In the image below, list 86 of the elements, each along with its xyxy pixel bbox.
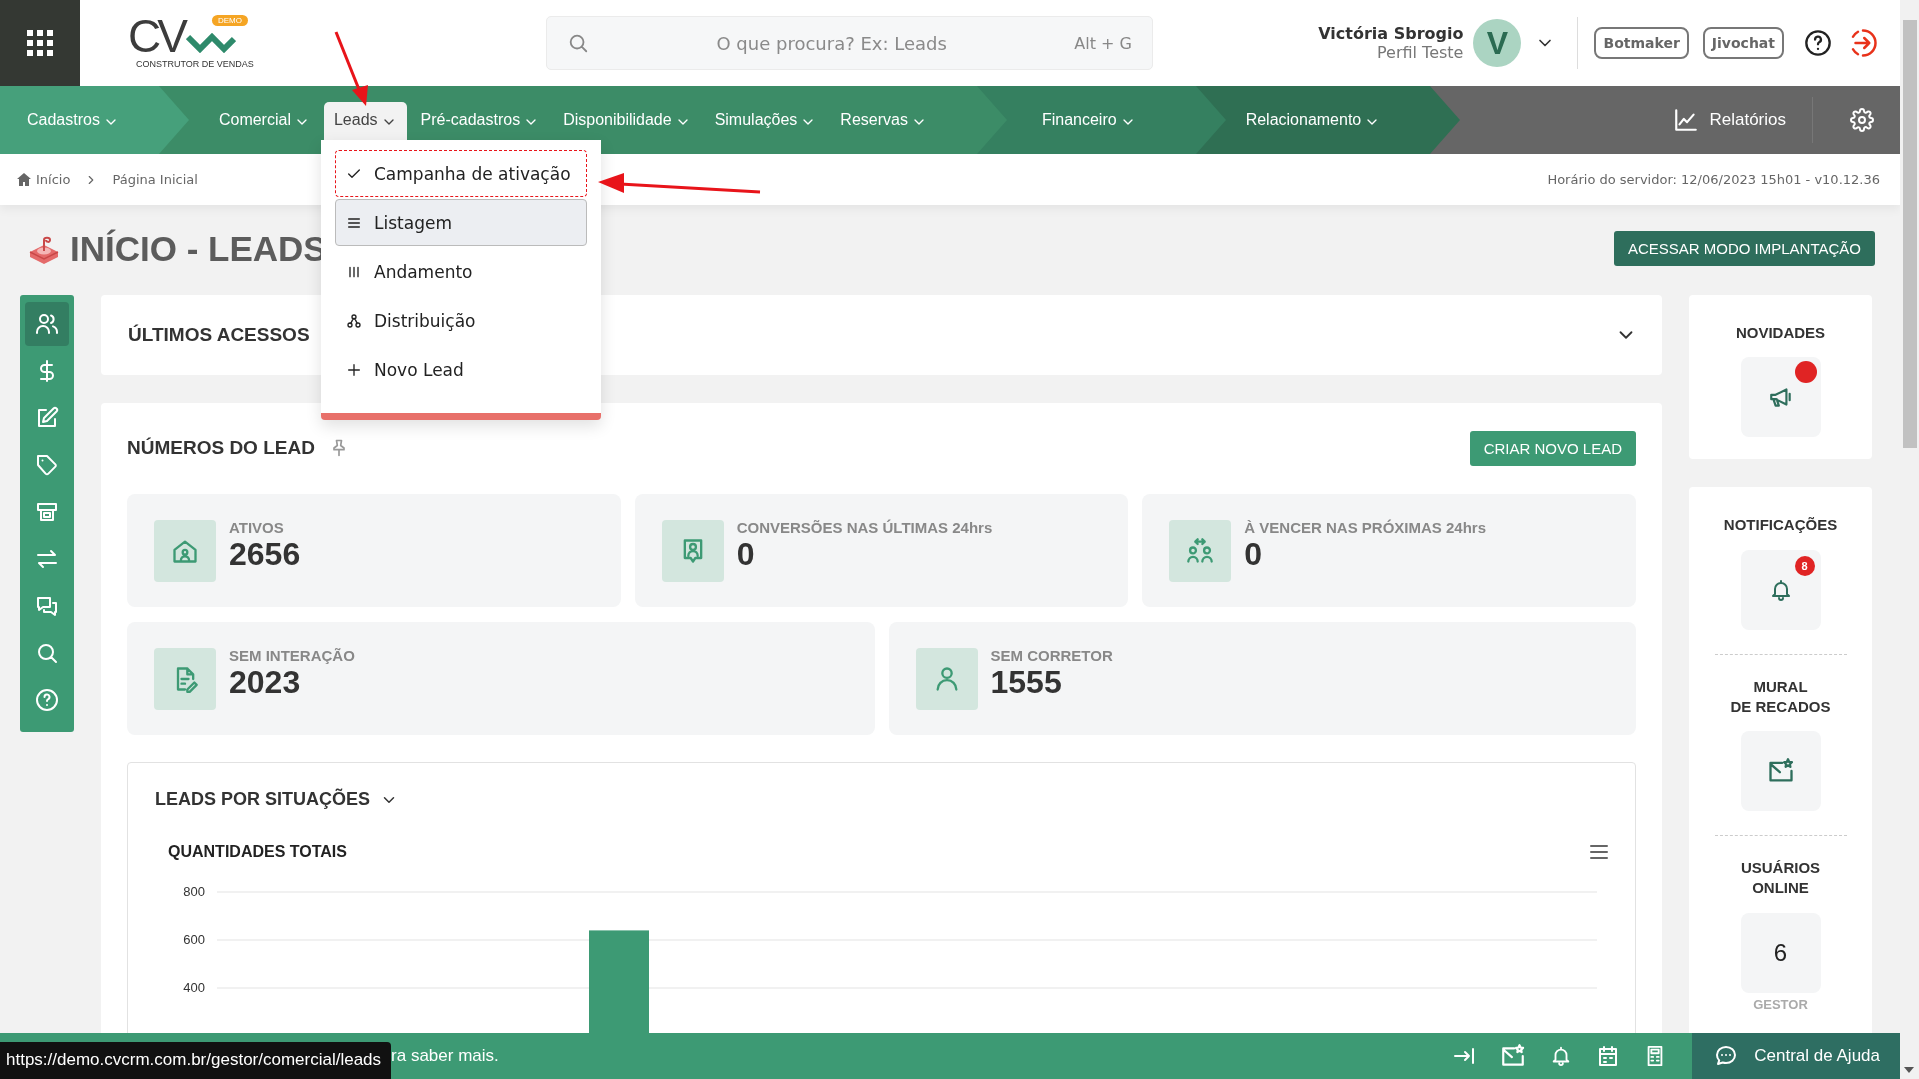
implantation-mode-button[interactable]: ACESSAR MODO IMPLANTAÇÃO bbox=[1613, 231, 1875, 266]
user-profile: Perfil Teste bbox=[1377, 43, 1464, 62]
online-users-count[interactable]: 6 bbox=[1740, 912, 1821, 993]
stat-label: À VENCER NAS PRÓXIMAS 24hrs bbox=[1244, 518, 1487, 536]
status-url: https://demo.cvcrm.com.br/gestor/comercial/leads bbox=[0, 1042, 392, 1079]
stat-card[interactable]: ATIVOS 2656 bbox=[127, 494, 621, 607]
user-avatar[interactable]: V bbox=[1473, 19, 1522, 67]
breadcrumb-home-link[interactable]: Início bbox=[17, 172, 71, 187]
notifications-button[interactable]: 8 bbox=[1740, 549, 1821, 630]
logo-tagline: CONSTRUTOR DE VENDAS bbox=[136, 59, 254, 69]
demo-badge: DEMO bbox=[212, 15, 248, 26]
dropdown-menu-item[interactable]: Distribuição bbox=[335, 297, 587, 344]
chart-title: QUANTIDADES TOTAIS bbox=[168, 843, 347, 861]
breadcrumb-current: Página Inicial bbox=[112, 172, 198, 187]
dropdown-menu-item[interactable]: Andamento bbox=[335, 248, 587, 295]
people-icon bbox=[1186, 536, 1215, 565]
users-icon bbox=[35, 312, 59, 336]
nav-menu-item[interactable]: Financeiro bbox=[1031, 102, 1146, 154]
panel-title: USUÁRIOS ONLINE bbox=[1740, 858, 1821, 899]
stat-card[interactable]: À VENCER NAS PRÓXIMAS 24hrs 0 bbox=[1142, 494, 1636, 607]
user-name: Victória Sbrogio bbox=[1318, 24, 1464, 43]
stat-value: 2656 bbox=[229, 535, 301, 573]
apps-menu-button[interactable] bbox=[0, 0, 80, 86]
dropdown-menu-item[interactable]: Novo Lead bbox=[335, 346, 587, 393]
search-input[interactable]: O que procura? Ex: Leads bbox=[589, 31, 1075, 55]
page-title: INÍCIO - LEADS bbox=[70, 228, 327, 269]
stat-value: 0 bbox=[1244, 535, 1264, 573]
tag-icon bbox=[35, 453, 59, 477]
help-icon[interactable] bbox=[1804, 29, 1832, 57]
stat-card[interactable]: SEM CORRETOR 1555 bbox=[888, 622, 1636, 735]
chat-service-button[interactable]: Botmaker bbox=[1594, 27, 1689, 59]
help-center-button[interactable]: Central de Ajuda bbox=[1692, 1033, 1900, 1079]
scroll-down-icon[interactable] bbox=[1904, 1067, 1914, 1073]
home-icon bbox=[17, 173, 31, 186]
mail-star-icon[interactable] bbox=[1500, 1043, 1527, 1069]
logo-wave-icon bbox=[186, 31, 236, 53]
panel-title: MURAL DE RECADOS bbox=[1730, 676, 1831, 717]
sidebar-button[interactable] bbox=[25, 302, 69, 346]
shortcut-hint: Alt + G bbox=[1074, 33, 1132, 53]
axis-label: 800 bbox=[183, 884, 205, 899]
axis-label: 600 bbox=[183, 932, 205, 947]
stat-label: SEM CORRETOR bbox=[990, 646, 1113, 664]
section-title: NÚMEROS DO LEAD bbox=[127, 437, 315, 459]
nav-menu-item[interactable]: Simulações bbox=[704, 102, 827, 154]
plus-icon bbox=[346, 361, 362, 378]
stat-value: 2023 bbox=[229, 663, 301, 701]
section-title: ÚLTIMOS ACESSOS bbox=[128, 324, 310, 346]
search-icon bbox=[567, 32, 589, 54]
edit-icon bbox=[35, 406, 59, 430]
stat-card[interactable]: CONVERSÕES NAS ÚLTIMAS 24hrs 0 bbox=[634, 494, 1129, 607]
reports-link[interactable]: Relatórios bbox=[1647, 97, 1813, 143]
settings-icon bbox=[1850, 108, 1874, 132]
swap-icon bbox=[35, 547, 59, 571]
chat-icon bbox=[35, 594, 59, 618]
message-wall-button[interactable] bbox=[1740, 731, 1821, 811]
notification-count: 8 bbox=[1794, 555, 1815, 576]
search-icon bbox=[35, 641, 59, 665]
server-time: Horário do servidor: 12/06/2023 15h01 - v10.12.36 bbox=[1547, 172, 1880, 187]
nav-menu-item[interactable]: Reservas bbox=[830, 102, 937, 154]
dropdown-menu-item[interactable]: Campanha de ativação bbox=[335, 150, 587, 197]
create-lead-button[interactable]: CRIAR NOVO LEAD bbox=[1469, 430, 1636, 466]
chat-service-button[interactable]: Jivochat bbox=[1702, 27, 1784, 59]
news-button[interactable] bbox=[1740, 357, 1821, 438]
nodes-icon bbox=[346, 312, 362, 329]
stat-label: ATIVOS bbox=[229, 518, 285, 536]
panel-title: NOVIDADES bbox=[1735, 323, 1826, 343]
stat-value: 1555 bbox=[990, 663, 1063, 701]
mail-star-icon bbox=[1766, 757, 1795, 785]
stat-value: 0 bbox=[736, 535, 756, 573]
help-icon bbox=[35, 688, 59, 712]
grid-icon bbox=[25, 28, 55, 58]
stat-label: SEM INTERAÇÃO bbox=[229, 646, 355, 664]
dropdown-menu-item[interactable]: Listagem bbox=[335, 199, 587, 246]
footer-message: ra saber mais. bbox=[391, 1046, 499, 1066]
section-title: LEADS POR SITUAÇÕES bbox=[155, 789, 371, 810]
user-group-label: GESTOR bbox=[1753, 996, 1808, 1012]
nav-menu-item[interactable]: Comercial bbox=[208, 102, 320, 154]
nav-menu-item[interactable]: Relacionamento bbox=[1235, 102, 1391, 154]
panel-title: NOTIFICAÇÕES bbox=[1723, 515, 1838, 536]
axis-label: 400 bbox=[183, 980, 205, 995]
stat-label: CONVERSÕES NAS ÚLTIMAS 24hrs bbox=[736, 518, 993, 536]
search-field[interactable]: O que procura? Ex: Leads Alt + G bbox=[546, 16, 1153, 70]
nav-menu-item[interactable]: Cadastros bbox=[17, 102, 129, 154]
line-chart-icon bbox=[1673, 107, 1700, 133]
chat-icon bbox=[1714, 1044, 1739, 1068]
stat-card[interactable]: SEM INTERAÇÃO 2023 bbox=[127, 622, 875, 735]
